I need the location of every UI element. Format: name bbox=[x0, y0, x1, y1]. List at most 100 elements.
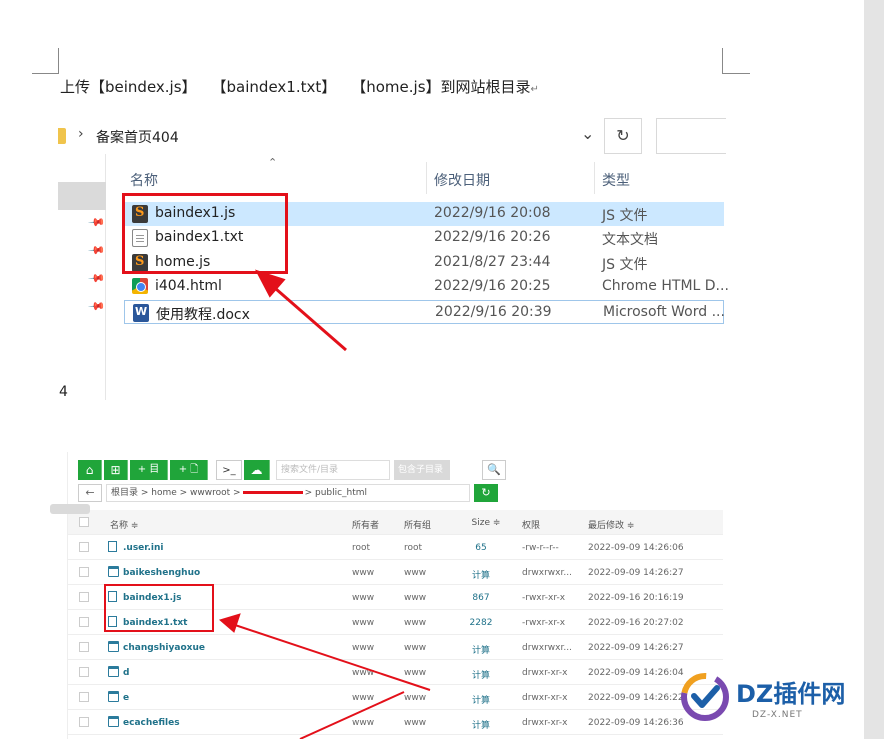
row-owner: www bbox=[352, 718, 375, 728]
header-size[interactable]: Size ≑ bbox=[466, 518, 506, 528]
row-permissions[interactable]: -rwxr-xr-x bbox=[522, 618, 565, 628]
upload-icon[interactable]: ☁ bbox=[244, 460, 270, 480]
row-size: 65 bbox=[475, 543, 487, 553]
row-size[interactable]: 计算 bbox=[466, 718, 496, 731]
row-checkbox[interactable] bbox=[79, 642, 89, 652]
refresh-button[interactable]: ↻ bbox=[604, 118, 642, 154]
select-all-checkbox[interactable] bbox=[79, 517, 89, 527]
pin-icon[interactable]: 📌 bbox=[87, 241, 106, 260]
column-divider[interactable] bbox=[426, 162, 427, 194]
terminal-button[interactable]: >_ bbox=[216, 460, 242, 480]
row-owner: www bbox=[352, 618, 375, 628]
row-name[interactable]: baikeshenghuo bbox=[123, 568, 200, 578]
navigation-pane: 📌 📌 📌 📌 bbox=[58, 154, 106, 400]
file-search-input[interactable]: 搜索文件/目录 bbox=[276, 460, 390, 480]
path-breadcrumb[interactable]: 根目录 > home > wwwroot > > public_html bbox=[106, 484, 470, 502]
file-icon bbox=[108, 541, 117, 552]
back-button[interactable]: ← bbox=[78, 484, 102, 502]
row-checkbox[interactable] bbox=[79, 542, 89, 552]
pin-icon[interactable]: 📌 bbox=[87, 213, 106, 232]
include-subdir-toggle[interactable]: 包含子目录 bbox=[394, 460, 450, 480]
row-permissions[interactable]: drwxrwxr... bbox=[522, 643, 572, 653]
breadcrumb-start: 根目录 > home > wwwroot > bbox=[111, 488, 241, 498]
row-name[interactable]: .user.ini bbox=[123, 543, 163, 553]
file-row[interactable]: i404.html 2022/9/16 20:25 Chrome HTML D.… bbox=[124, 275, 729, 299]
row-group: www bbox=[404, 593, 427, 603]
row-permissions[interactable]: drwxrwxr... bbox=[522, 568, 572, 578]
new-file-button[interactable]: + 🗋 bbox=[170, 460, 208, 480]
table-row[interactable]: ecachefiles www www 计算 drwxr-xr-x 2022-0… bbox=[68, 710, 723, 735]
highlight-box bbox=[104, 584, 214, 632]
header-modified[interactable]: 最后修改 ≑ bbox=[588, 518, 634, 531]
file-name: i404.html bbox=[155, 278, 222, 294]
file-row[interactable]: 使用教程.docx 2022/9/16 20:39 Microsoft Word… bbox=[124, 300, 725, 324]
row-checkbox[interactable] bbox=[79, 692, 89, 702]
chevron-down-icon[interactable]: ⌄ bbox=[581, 124, 594, 143]
crop-mark bbox=[722, 73, 750, 74]
row-modified: 2022-09-09 14:26:36 bbox=[588, 718, 684, 728]
search-icon[interactable]: 🔍 bbox=[482, 460, 506, 480]
breadcrumb-end: > public_html bbox=[304, 488, 368, 498]
header-permissions: 权限 bbox=[522, 521, 541, 531]
nav-selected-item[interactable] bbox=[58, 182, 106, 210]
row-modified: 2022-09-09 14:26:06 bbox=[588, 543, 684, 553]
sort-ascending-icon: ⌃ bbox=[268, 156, 278, 169]
row-checkbox[interactable] bbox=[79, 592, 89, 602]
row-name[interactable]: ecachefiles bbox=[123, 718, 180, 728]
row-checkbox[interactable] bbox=[79, 667, 89, 677]
row-group: www bbox=[404, 693, 427, 703]
row-name[interactable]: d bbox=[123, 668, 129, 678]
row-size[interactable]: 计算 bbox=[466, 693, 496, 706]
folder-icon bbox=[58, 128, 66, 144]
hover-tooltip bbox=[50, 504, 90, 514]
row-permissions[interactable]: -rwxr-xr-x bbox=[522, 593, 565, 603]
row-permissions[interactable]: -rw-r--r-- bbox=[522, 543, 559, 553]
row-name[interactable]: changshiyaoxue bbox=[123, 643, 205, 653]
table-row[interactable]: baikeshenghuo www www 计算 drwxrwxr... 202… bbox=[68, 560, 723, 585]
row-checkbox[interactable] bbox=[79, 617, 89, 627]
row-name[interactable]: e bbox=[123, 693, 129, 703]
folder-icon bbox=[108, 716, 119, 727]
file-date: 2021/8/27 23:44 bbox=[434, 254, 551, 270]
table-row[interactable]: .user.ini root root 65 -rw-r--r-- 2022-0… bbox=[68, 535, 723, 560]
pin-icon[interactable]: 📌 bbox=[87, 297, 106, 316]
file-type: JS 文件 bbox=[602, 257, 648, 273]
column-header-date[interactable]: 修改日期 bbox=[434, 170, 490, 190]
row-permissions[interactable]: drwxr-xr-x bbox=[522, 668, 568, 678]
row-checkbox[interactable] bbox=[79, 567, 89, 577]
highlight-box bbox=[122, 193, 288, 274]
row-modified: 2022-09-16 20:27:02 bbox=[588, 618, 684, 628]
paragraph-mark-icon: ↵ bbox=[530, 84, 539, 95]
table-row[interactable]: e www www 计算 drwxr-xr-x 2022-09-09 14:26… bbox=[68, 685, 723, 710]
header-name[interactable]: 名称 ≑ bbox=[110, 518, 138, 531]
new-folder-button[interactable]: + 目 bbox=[130, 460, 168, 480]
column-header-name[interactable]: 名称 bbox=[130, 170, 158, 190]
share-button[interactable]: ⊞ bbox=[104, 460, 128, 480]
home-button[interactable]: ⌂ bbox=[78, 460, 102, 480]
row-modified: 2022-09-16 20:16:19 bbox=[588, 593, 684, 603]
address-bar[interactable]: › 备案首页404 ⌄ ↻ bbox=[58, 118, 726, 154]
word-icon bbox=[133, 304, 149, 322]
row-size[interactable]: 计算 bbox=[466, 668, 496, 681]
row-size[interactable]: 计算 bbox=[466, 643, 496, 656]
row-checkbox[interactable] bbox=[79, 717, 89, 727]
row-owner: www bbox=[352, 643, 375, 653]
current-folder-name[interactable]: 备案首页404 bbox=[96, 127, 179, 147]
row-owner: root bbox=[352, 543, 371, 553]
row-size[interactable]: 计算 bbox=[466, 568, 496, 581]
row-modified: 2022-09-09 14:26:27 bbox=[588, 643, 684, 653]
table-row[interactable]: d www www 计算 drwxr-xr-x 2022-09-09 14:26… bbox=[68, 660, 723, 685]
search-box[interactable] bbox=[656, 118, 726, 154]
row-group: www bbox=[404, 618, 427, 628]
column-header-type[interactable]: 类型 bbox=[602, 170, 630, 190]
column-divider[interactable] bbox=[594, 162, 595, 194]
row-size: 2282 bbox=[469, 618, 493, 628]
table-row[interactable]: changshiyaoxue www www 计算 drwxrwxr... 20… bbox=[68, 635, 723, 660]
row-permissions[interactable]: drwxr-xr-x bbox=[522, 693, 568, 703]
refresh-button[interactable]: ↻ bbox=[474, 484, 498, 502]
row-owner: www bbox=[352, 668, 375, 678]
row-permissions[interactable]: drwxr-xr-x bbox=[522, 718, 568, 728]
crop-mark bbox=[722, 48, 723, 74]
pin-icon[interactable]: 📌 bbox=[87, 269, 106, 288]
watermark-url: DZ-X.NET bbox=[752, 710, 803, 720]
